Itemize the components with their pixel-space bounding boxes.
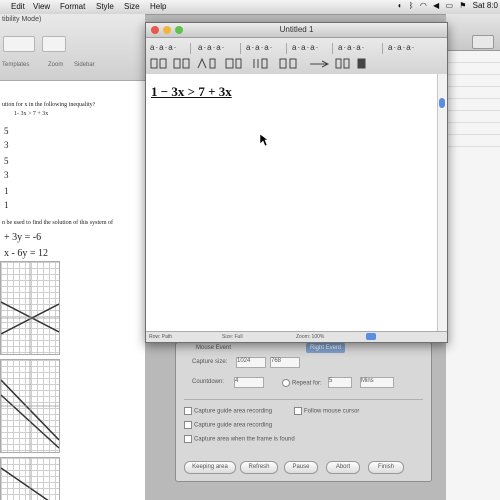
title-bar[interactable]: Untitled 1	[146, 23, 447, 38]
divider	[332, 43, 333, 54]
graph-lines	[0, 458, 49, 500]
graph-option-3	[0, 457, 60, 500]
symbol-palette-4[interactable]: a·a·a·	[292, 42, 319, 54]
unit-select[interactable]: Mins	[360, 377, 394, 388]
volume-icon[interactable]: ◀	[433, 1, 439, 10]
system-menu-bar: Edit View Format Style Size Help ◐ ᛒ ◠ ◀…	[0, 0, 500, 15]
checkbox-icon	[294, 407, 302, 415]
capture-width-field[interactable]: 1024	[236, 357, 266, 368]
background-document: tibility Mode) Templates Zoom Sidebar ut…	[0, 14, 145, 500]
bluetooth-icon[interactable]: ᛒ	[409, 1, 414, 10]
capture-height-field[interactable]: 768	[270, 357, 300, 368]
divider	[286, 43, 287, 54]
graph-option-1	[0, 261, 60, 355]
choice: 5	[4, 126, 9, 136]
divider	[190, 43, 191, 54]
pause-button[interactable]: Pause	[284, 461, 318, 474]
follow-mouse-checkbox[interactable]: Follow mouse cursor	[294, 407, 359, 415]
document-title: tibility Mode)	[2, 16, 42, 23]
right-window-toolbar	[446, 14, 500, 51]
equation: + 3y = -6	[4, 232, 42, 243]
inequality-text: 1- 3x > 7 + 3x	[14, 111, 49, 117]
finish-button[interactable]: Finish	[368, 461, 404, 474]
divider	[184, 399, 423, 400]
menu-size[interactable]: Size	[124, 2, 140, 11]
symbol-palette-3[interactable]: a·a·a·	[246, 42, 273, 54]
format-toolbar: a·a·a· a·a·a· a·a·a· a·a·a· a·a·a· a·a·a…	[146, 38, 447, 75]
toolbar-label: Templates	[2, 62, 30, 68]
checkbox-icon	[184, 421, 192, 429]
question-text: ution for x in the following inequality?	[2, 102, 96, 108]
menu-format[interactable]: Format	[60, 2, 85, 11]
radio-icon	[282, 379, 290, 387]
tab-right-event[interactable]: Right Event	[306, 343, 346, 353]
question-text: n be used to find the solution of this s…	[2, 220, 113, 226]
document-toolbar: tibility Mode) Templates Zoom Sidebar	[0, 14, 145, 81]
countdown-label: Countdown:	[192, 379, 225, 385]
symbol-palette-6[interactable]: a·a·a·	[388, 42, 415, 54]
keeping-area-button[interactable]: Keeping area	[184, 461, 236, 474]
status-bar: Row: Path Size: Full Zoom: 100%	[146, 331, 447, 342]
mouse-cursor-icon	[260, 134, 268, 146]
checkbox-icon	[184, 435, 192, 443]
menu-style[interactable]: Style	[96, 2, 114, 11]
vertical-scrollbar[interactable]	[437, 74, 447, 331]
status-size: Size: Full	[222, 334, 243, 340]
toolbar-button[interactable]	[472, 35, 494, 49]
menu-help[interactable]: Help	[150, 2, 166, 11]
divider	[240, 43, 241, 54]
repeat-field[interactable]: 5	[328, 377, 352, 388]
battery-icon[interactable]: ▭	[445, 1, 453, 10]
repeat-for-radio[interactable]: Repeat for:	[282, 379, 322, 387]
tab-mouse-event[interactable]: Mouse Event	[192, 343, 235, 353]
wifi-icon[interactable]: ◠	[420, 1, 427, 10]
symbol-palette-2[interactable]: a·a·a·	[198, 42, 225, 54]
choice: 1	[4, 200, 9, 210]
inequality-line[interactable]: 1 − 3x > 7 + 3x	[151, 84, 232, 100]
symbol-palette-5[interactable]: a·a·a·	[338, 42, 365, 54]
status-icons: ◐ ᛒ ◠ ◀ ▭ ⚑ Sat 8:0	[394, 1, 498, 13]
countdown-field[interactable]: 4	[234, 377, 264, 388]
capture-settings-dialog: Mouse Event Right Event Capture size: 10…	[175, 342, 432, 482]
status-zoom: Zoom: 100%	[296, 334, 325, 340]
zoom-field[interactable]	[42, 36, 66, 52]
abort-button[interactable]: Abort	[326, 461, 360, 474]
choice: 5	[4, 156, 9, 166]
menu-edit[interactable]: Edit	[11, 2, 25, 11]
background-window-right	[446, 14, 500, 500]
scroll-thumb[interactable]	[439, 98, 445, 108]
choice: 1	[4, 186, 9, 196]
checkbox-icon	[184, 407, 192, 415]
capture-area-checkbox[interactable]: Capture area when the frame is found	[184, 435, 295, 443]
textedit-window: Untitled 1 a·a·a· a·a·a· a·a·a· a·a·a· a…	[145, 22, 448, 343]
toolbar-label: Zoom	[48, 62, 64, 68]
equation: x - 6y = 12	[4, 248, 48, 259]
graph-lines	[0, 262, 60, 354]
capture-guide-checkbox-2[interactable]: Capture guide area recording	[184, 421, 272, 429]
choice: 3	[4, 140, 9, 150]
toolbar-button[interactable]	[3, 36, 35, 52]
toolbar-label: Sidebar	[74, 62, 95, 68]
template-palette[interactable]	[150, 57, 440, 71]
symbol-palette-1[interactable]: a·a·a·	[150, 42, 177, 54]
divider	[382, 43, 383, 54]
status-row: Row: Path	[149, 334, 173, 340]
menu-view[interactable]: View	[33, 2, 50, 11]
graph-lines	[0, 360, 60, 452]
flag-icon[interactable]: ⚑	[459, 1, 466, 10]
choice: 3	[4, 170, 9, 180]
graph-option-2	[0, 359, 60, 453]
refresh-button[interactable]: Refresh	[240, 461, 278, 474]
clock[interactable]: Sat 8:0	[473, 1, 498, 10]
zoom-control-icon[interactable]	[366, 333, 376, 340]
document-body[interactable]: 1 − 3x > 7 + 3x	[146, 74, 438, 331]
window-title: Untitled 1	[279, 25, 314, 34]
sync-icon[interactable]: ◐	[398, 1, 403, 10]
capture-guide-checkbox[interactable]: Capture guide area recording	[184, 407, 272, 415]
capture-size-label: Capture size:	[192, 359, 228, 365]
